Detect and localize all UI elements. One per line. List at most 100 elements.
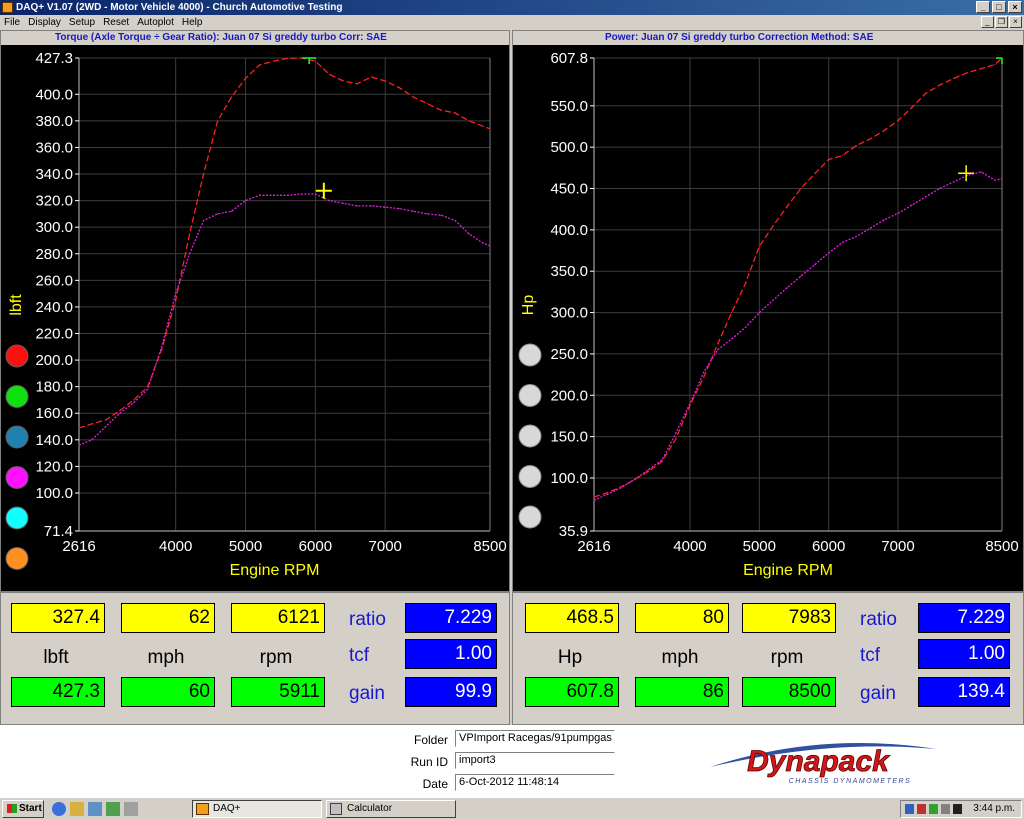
data-point [828, 252, 830, 254]
tcf-value[interactable]: 1.00 [918, 639, 1010, 669]
data-point [258, 194, 261, 196]
menu-display[interactable]: Display [28, 15, 61, 30]
data-point [133, 399, 135, 401]
data-point [356, 205, 358, 207]
x-tick-label: 6000 [299, 538, 332, 555]
close-button[interactable]: × [1008, 1, 1022, 13]
mdi-minimize-button[interactable]: _ [981, 16, 994, 28]
data-point [398, 207, 400, 210]
task-daq[interactable]: DAQ+ [192, 800, 322, 818]
ratio-label: ratio [349, 609, 386, 630]
current-torque-value: 327.4 [11, 603, 105, 633]
tcf-label: tcf [349, 645, 370, 666]
data-point [938, 84, 941, 86]
data-point [426, 213, 428, 215]
maximize-button[interactable]: □ [992, 1, 1006, 13]
unit-mph: mph [661, 647, 699, 668]
data-point [203, 219, 205, 222]
data-point [952, 77, 955, 80]
task-calculator[interactable]: Calculator [326, 800, 456, 818]
ratio-value[interactable]: 7.229 [405, 603, 497, 633]
menu-reset[interactable]: Reset [103, 15, 129, 30]
peak-mph-value: 86 [635, 677, 729, 707]
tcf-value[interactable]: 1.00 [405, 639, 497, 669]
x-tick-label: 8500 [473, 538, 506, 555]
mdi-restore-button[interactable]: ❐ [995, 16, 1008, 28]
window-title: DAQ+ V1.07 (2WD - Motor Vehicle 4000) - … [16, 2, 343, 13]
data-point [314, 193, 316, 195]
network-icon[interactable] [905, 804, 914, 814]
data-point [717, 349, 719, 351]
data-point [356, 83, 358, 85]
data-point [689, 402, 691, 405]
date-field[interactable]: 6-Oct-2012 11:48:14 [455, 774, 615, 791]
data-point [203, 173, 205, 175]
data-point [105, 425, 107, 428]
data-point [980, 171, 982, 173]
tray-misc-icon[interactable] [941, 804, 950, 814]
color-swatch-cyan [5, 506, 29, 530]
data-point [952, 181, 955, 183]
x-tick-label: 5000 [743, 538, 776, 555]
power-readout-panel: 468.5 80 7983 Hp mph rpm 607.8 86 8500 r… [512, 592, 1024, 725]
data-point [786, 287, 788, 289]
data-point [633, 479, 636, 481]
run-id-field[interactable]: import3 [455, 752, 615, 769]
data-point [175, 293, 177, 295]
y-tick-label: 550.0 [550, 98, 588, 115]
ratio-value[interactable]: 7.229 [918, 603, 1010, 633]
data-point [119, 412, 121, 414]
y-tick-label: 180.0 [35, 379, 73, 396]
data-point [744, 283, 747, 285]
x-axis-title: Engine RPM [743, 562, 833, 579]
folder-icon[interactable] [70, 802, 84, 816]
data-point [703, 371, 705, 373]
menu-autoplot[interactable]: Autoplot [137, 15, 174, 30]
y-tick-label: 380.0 [35, 113, 73, 130]
data-point [772, 299, 774, 301]
data-point [1001, 177, 1003, 180]
data-point [717, 343, 719, 345]
data-point [911, 106, 913, 109]
data-point [841, 241, 844, 243]
tray-app-icon[interactable] [953, 804, 962, 814]
volume-icon[interactable] [929, 804, 938, 814]
mdi-close-button[interactable]: × [1009, 16, 1022, 28]
data-point [593, 499, 595, 501]
ie-icon[interactable] [52, 802, 66, 816]
y-tick-label: 427.3 [35, 50, 73, 67]
color-swatch-grey [518, 424, 542, 448]
x-tick-label: 5000 [229, 538, 262, 555]
folder-field[interactable]: VPImport Racegas/91pumpgas [455, 730, 615, 747]
current-mph-value: 80 [635, 603, 729, 633]
gain-value[interactable]: 99.9 [405, 677, 497, 707]
data-point [300, 57, 303, 59]
outlook-icon[interactable] [88, 802, 102, 816]
menu-setup[interactable]: Setup [69, 15, 95, 30]
torque-chart-header: Torque (Axle Torque ÷ Gear Ratio): Juan … [1, 31, 509, 45]
menu-file[interactable]: File [4, 15, 20, 30]
minimize-button[interactable]: _ [976, 1, 990, 13]
data-point [230, 96, 233, 98]
unit-mph: mph [147, 647, 185, 668]
desktop-icon[interactable] [124, 802, 138, 816]
color-swatch-green [5, 385, 29, 408]
y-axis-title: lbft [8, 294, 25, 316]
menu-bar: File Display Setup Reset Autoplot Help _… [0, 15, 1024, 30]
power-chart[interactable]: 607.8 550.0 500.0 450.0 400.0 350.0 300.0 250.0… [513, 45, 1023, 591]
clock: 3:44 p.m. [973, 803, 1015, 814]
start-button[interactable]: Start [2, 800, 44, 818]
color-swatch-grey [518, 505, 542, 529]
security-icon[interactable] [917, 804, 926, 814]
data-point [758, 311, 760, 314]
torque-chart[interactable]: 427.3 400.0 380.0 360.0 340.0 320.0 300.0 280.0… [1, 45, 509, 591]
gain-value[interactable]: 139.4 [918, 677, 1010, 707]
data-point [426, 102, 428, 105]
peak-torque-value: 427.3 [11, 677, 105, 707]
data-point [966, 174, 968, 176]
y-tick-label: 140.0 [35, 432, 73, 449]
current-rpm-value: 7983 [742, 603, 836, 633]
menu-help[interactable]: Help [182, 15, 203, 30]
data-point [786, 206, 788, 208]
quicklaunch-icon[interactable] [106, 802, 120, 816]
